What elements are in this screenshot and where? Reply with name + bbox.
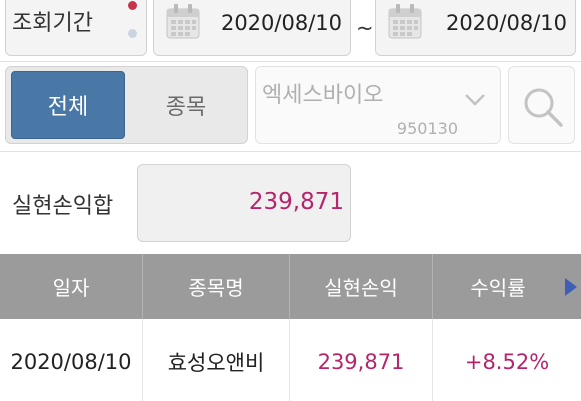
next-arrow-icon[interactable] [563,254,579,319]
period-label: 조회기간 [12,11,93,36]
search-icon [524,88,563,127]
stock-select[interactable]: 엑세스바이오 950130 [255,66,501,144]
table-header: 일자 종목명 실현손익 수익률 [0,254,581,319]
table-row[interactable]: 2020/08/10 효성오앤비 239,871 +8.52% [0,319,581,401]
cell-return-rate: +8.52% [464,349,550,374]
column-header-realized-pnl: 실현손익 [290,254,433,319]
calendar-icon [166,4,200,39]
period-indicator-inactive [128,29,137,38]
date-range-separator: ~ [356,16,374,40]
end-date-value: 2020/08/10 [445,11,567,35]
cell-date: 2020/08/10 [0,319,143,401]
start-date-value: 2020/08/10 [220,11,342,35]
chevron-down-icon [465,94,485,106]
tab-stock[interactable]: 종목 [129,71,243,139]
column-header-date: 일자 [0,254,143,319]
realized-pnl-total-box: 239,871 [137,164,351,242]
cell-realized-pnl: 239,871 [290,319,433,401]
calendar-icon [388,4,422,39]
divider [0,61,581,62]
period-indicator-active [128,1,137,10]
column-header-stock-name: 종목명 [143,254,290,319]
period-toggle-button[interactable]: 조회기간 [5,0,147,56]
start-date-picker[interactable]: 2020/08/10 [153,0,351,56]
cell-stock-name: 효성오앤비 [143,319,290,401]
divider [0,151,581,152]
filter-segment: 전체 종목 [5,66,248,144]
stock-code: 950130 [396,119,458,138]
column-header-return-rate: 수익률 [470,276,526,300]
realized-pnl-total-value: 239,871 [248,189,344,215]
realized-pnl-total-label: 실현손익합 [12,194,114,219]
end-date-picker[interactable]: 2020/08/10 [375,0,576,56]
tab-all[interactable]: 전체 [11,71,125,139]
stock-name: 엑세스바이오 [262,83,384,108]
search-button[interactable] [508,66,575,144]
